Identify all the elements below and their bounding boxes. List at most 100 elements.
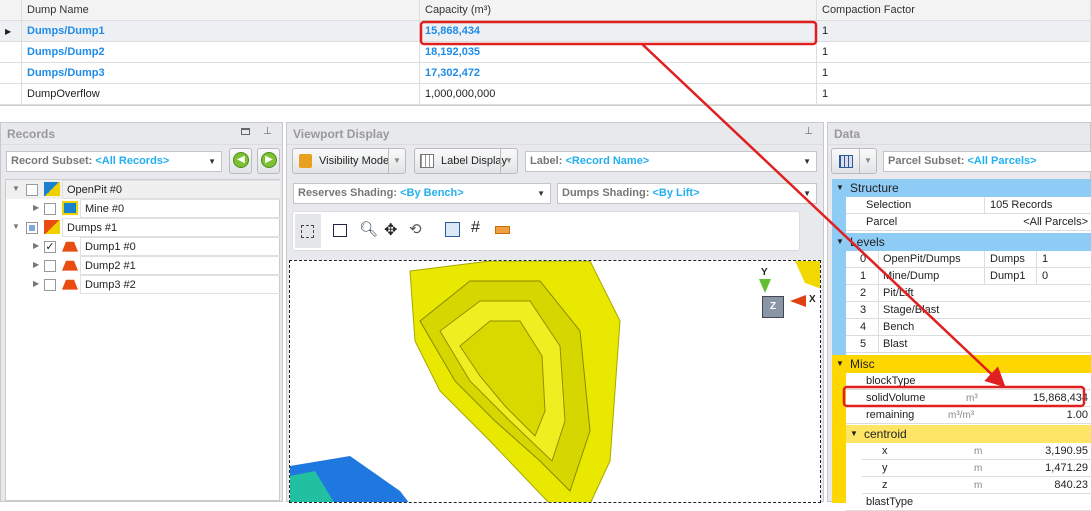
level-number: 4 xyxy=(860,321,867,333)
tree-item-dumps[interactable]: ▼ Dumps #1 xyxy=(6,218,280,237)
collapse-icon[interactable]: ▼ xyxy=(836,355,844,373)
previous-button[interactable]: ◀ xyxy=(229,148,252,174)
table-row[interactable]: ▶ Dumps/Dump1 15,868,434 1 xyxy=(0,21,1091,42)
capacity[interactable]: 15,868,434 xyxy=(420,21,817,42)
collapse-icon[interactable]: ▼ xyxy=(836,233,844,251)
row-indicator-header xyxy=(0,0,22,21)
checkbox[interactable] xyxy=(44,279,56,291)
expand-icon[interactable]: ▶ xyxy=(33,256,39,274)
select-rect-tool-icon[interactable] xyxy=(295,214,321,248)
checkbox[interactable] xyxy=(44,260,56,272)
prop-label: Selection xyxy=(866,199,912,211)
section-structure[interactable]: ▼ Structure xyxy=(832,179,1091,197)
table-row[interactable]: Dumps/Dump2 18,192,035 1 xyxy=(0,42,1091,63)
grid-toggle-icon[interactable]: # xyxy=(471,219,480,237)
prop-row[interactable]: Selection 105 Records xyxy=(846,197,1091,214)
prop-row-solidvolume[interactable]: solidVolume m³ 15,868,434 xyxy=(846,390,1091,407)
centroid-row[interactable]: z m 840.23 xyxy=(862,477,1091,494)
dropdown-arrow-icon[interactable]: ▼ xyxy=(859,149,876,173)
dump-name[interactable]: Dumps/Dump1 xyxy=(22,21,420,42)
centroid-row[interactable]: y m 1,471.29 xyxy=(862,460,1091,477)
tree-label: OpenPit #0 xyxy=(62,180,280,199)
expand-icon[interactable]: ▶ xyxy=(33,199,39,217)
prop-row-blocktype[interactable]: blockType xyxy=(846,373,1091,390)
prop-row-blasttype[interactable]: blastType xyxy=(846,494,1091,511)
header-compaction[interactable]: Compaction Factor xyxy=(817,0,1091,21)
prop-row-remaining[interactable]: remaining m³/m³ 1.00 xyxy=(846,407,1091,424)
checkbox-partial[interactable] xyxy=(26,222,38,234)
section-title: Misc xyxy=(850,357,875,371)
level-id: 1 xyxy=(1036,251,1048,268)
compaction[interactable]: 1 xyxy=(817,42,1091,63)
level-row[interactable]: 4 Bench xyxy=(846,319,1091,336)
prop-row[interactable]: Parcel <All Parcels> xyxy=(846,214,1091,231)
ruler-icon[interactable] xyxy=(495,226,510,234)
dump-name[interactable]: DumpOverflow xyxy=(22,84,420,105)
reserves-shading-select[interactable]: Reserves Shading: <By Bench> ▼ xyxy=(293,183,551,204)
dropdown-arrow-icon[interactable]: ▼ xyxy=(500,149,517,173)
capacity[interactable]: 1,000,000,000 xyxy=(420,84,817,105)
compaction[interactable]: 1 xyxy=(817,84,1091,105)
zoom-extents-icon[interactable] xyxy=(445,222,460,237)
checkbox-checked[interactable]: ✓ xyxy=(44,241,56,253)
section-centroid[interactable]: ▼ centroid xyxy=(846,425,1091,443)
prop-value: 1,471.29 xyxy=(1045,462,1088,474)
centroid-row[interactable]: x m 3,190.95 xyxy=(862,443,1091,460)
pin-icon[interactable]: ⊥ xyxy=(263,126,272,137)
capacity[interactable]: 18,192,035 xyxy=(420,42,817,63)
columns-button[interactable]: ▼ xyxy=(831,148,877,174)
header-capacity[interactable]: Capacity (m³) xyxy=(420,0,817,21)
axis-y-cone xyxy=(759,279,771,293)
zoom-tool-icon[interactable]: 🔍︎ xyxy=(359,220,378,238)
visibility-mode-button[interactable]: Visibility Mode ▼ xyxy=(292,148,406,174)
parcel-subset-select[interactable]: Parcel Subset: <All Parcels> xyxy=(883,151,1091,172)
dumps-shading-select[interactable]: Dumps Shading: <By Lift> ▼ xyxy=(557,183,817,204)
dropdown-arrow-icon[interactable]: ▼ xyxy=(388,149,405,173)
compaction[interactable]: 1 xyxy=(817,21,1091,42)
level-row[interactable]: 0 OpenPit/Dumps Dumps 1 xyxy=(846,251,1091,268)
level-row[interactable]: 1 Mine/Dump Dump1 0 xyxy=(846,268,1091,285)
rotate-tool-icon[interactable]: ⟲ xyxy=(409,220,422,238)
prop-unit: m xyxy=(974,480,983,491)
tree-item-dump1[interactable]: ▶ ✓ Dump1 #0 xyxy=(6,237,280,256)
label-select[interactable]: Label: <Record Name> ▼ xyxy=(525,151,817,172)
table-row[interactable]: DumpOverflow 1,000,000,000 1 xyxy=(0,84,1091,105)
maximize-icon[interactable] xyxy=(241,128,250,135)
record-subset-select[interactable]: Record Subset: <All Records> ▼ xyxy=(6,151,222,172)
viewport-toolbar: 🔍︎ ✥ ⟲ # xyxy=(292,211,800,251)
section-misc[interactable]: ▼ Misc xyxy=(832,355,1091,373)
table-row[interactable]: Dumps/Dump3 17,302,472 1 xyxy=(0,63,1091,84)
compaction[interactable]: 1 xyxy=(817,63,1091,84)
expand-icon[interactable]: ▶ xyxy=(33,237,39,255)
section-levels[interactable]: ▼ Levels xyxy=(832,233,1091,251)
tree-item-dump2[interactable]: ▶ Dump2 #1 xyxy=(6,256,280,275)
level-row[interactable]: 2 Pit/Lift xyxy=(846,285,1091,302)
expand-icon[interactable]: ▶ xyxy=(33,275,39,293)
pan-tool-icon[interactable]: ✥ xyxy=(384,220,397,240)
polygon-select-tool-icon[interactable] xyxy=(333,224,347,237)
section-title: Structure xyxy=(850,181,899,195)
dump-name[interactable]: Dumps/Dump2 xyxy=(22,42,420,63)
checkbox[interactable] xyxy=(44,203,56,215)
header-dump-name[interactable]: Dump Name xyxy=(22,0,420,21)
next-button[interactable]: ▶ xyxy=(257,148,280,174)
level-name: Mine/Dump xyxy=(878,268,939,285)
section-title: centroid xyxy=(864,427,907,441)
pin-icon[interactable]: ⊥ xyxy=(804,126,813,137)
collapse-icon[interactable]: ▼ xyxy=(836,179,844,197)
parcel-key: Parcel Subset: xyxy=(888,155,965,167)
capacity[interactable]: 17,302,472 xyxy=(420,63,817,84)
label-display-button[interactable]: Label Display ▼ xyxy=(414,148,518,174)
dump-name[interactable]: Dumps/Dump3 xyxy=(22,63,420,84)
collapse-icon[interactable]: ▼ xyxy=(12,180,20,198)
collapse-icon[interactable]: ▼ xyxy=(12,218,20,236)
tree-item-dump3[interactable]: ▶ Dump3 #2 xyxy=(6,275,280,294)
collapse-icon[interactable]: ▼ xyxy=(850,425,858,443)
level-row[interactable]: 5 Blast xyxy=(846,336,1091,353)
view-cube-icon[interactable]: Z xyxy=(762,296,784,318)
tree-item-openpit[interactable]: ▼ OpenPit #0 xyxy=(6,180,280,199)
checkbox[interactable] xyxy=(26,184,38,196)
3d-viewport[interactable]: Y X Z xyxy=(289,260,821,503)
level-row[interactable]: 3 Stage/Blast xyxy=(846,302,1091,319)
tree-item-mine[interactable]: ▶ Mine #0 xyxy=(6,199,280,218)
